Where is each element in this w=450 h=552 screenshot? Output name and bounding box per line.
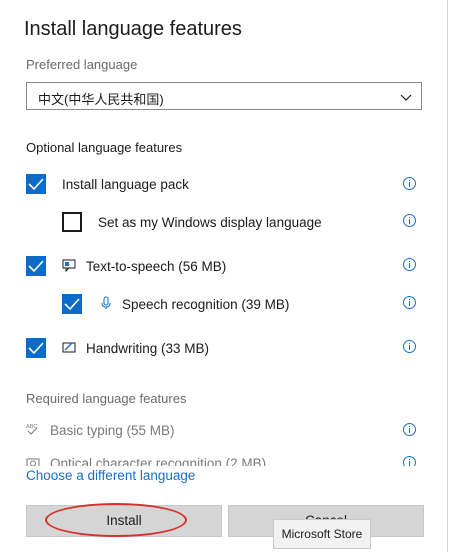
info-icon[interactable]	[403, 340, 416, 353]
speech-recognition-label: Speech recognition (39 MB)	[122, 297, 290, 312]
ocr-row-clip: Optical character recognition (2 MB)	[0, 447, 447, 466]
microsoft-store-tooltip: Microsoft Store	[273, 519, 371, 549]
install-language-pack-label: Install language pack	[62, 177, 189, 192]
preferred-language-dropdown[interactable]: 中文(中华人民共和国)	[26, 82, 422, 110]
basic-typing-label: Basic typing (55 MB)	[50, 423, 175, 438]
required-features-label: Required language features	[26, 391, 187, 406]
ocr-label: Optical character recognition (2 MB)	[50, 456, 267, 466]
display-language-label: Set as my Windows display language	[98, 215, 322, 230]
optional-features-label: Optional language features	[26, 140, 183, 155]
install-language-dialog: Install language features Preferred lang…	[0, 0, 448, 552]
camera-icon	[26, 458, 40, 466]
info-icon[interactable]	[403, 456, 416, 466]
info-icon[interactable]	[403, 177, 416, 190]
text-to-speech-label: Text-to-speech (56 MB)	[86, 259, 227, 274]
text-to-speech-checkbox[interactable]	[26, 256, 46, 276]
preferred-language-label: Preferred language	[26, 57, 138, 72]
text-to-speech-icon	[62, 259, 76, 272]
info-icon[interactable]	[403, 214, 416, 227]
choose-language-link[interactable]: Choose a different language	[26, 468, 195, 483]
info-icon[interactable]	[403, 258, 416, 271]
preferred-language-value: 中文(中华人民共和国)	[38, 92, 164, 107]
chevron-down-icon	[400, 94, 412, 101]
display-language-checkbox[interactable]	[62, 212, 82, 232]
dialog-title: Install language features	[24, 18, 242, 40]
annotation-ellipse	[45, 503, 187, 537]
handwriting-label: Handwriting (33 MB)	[86, 341, 210, 356]
info-icon[interactable]	[403, 423, 416, 436]
microphone-icon	[101, 296, 111, 309]
handwriting-checkbox[interactable]	[26, 338, 46, 358]
abc-spellcheck-icon: ABC	[26, 424, 38, 435]
handwriting-icon	[62, 342, 76, 353]
install-language-pack-checkbox[interactable]	[26, 174, 46, 194]
info-icon[interactable]	[403, 296, 416, 309]
speech-recognition-checkbox[interactable]	[62, 294, 82, 314]
